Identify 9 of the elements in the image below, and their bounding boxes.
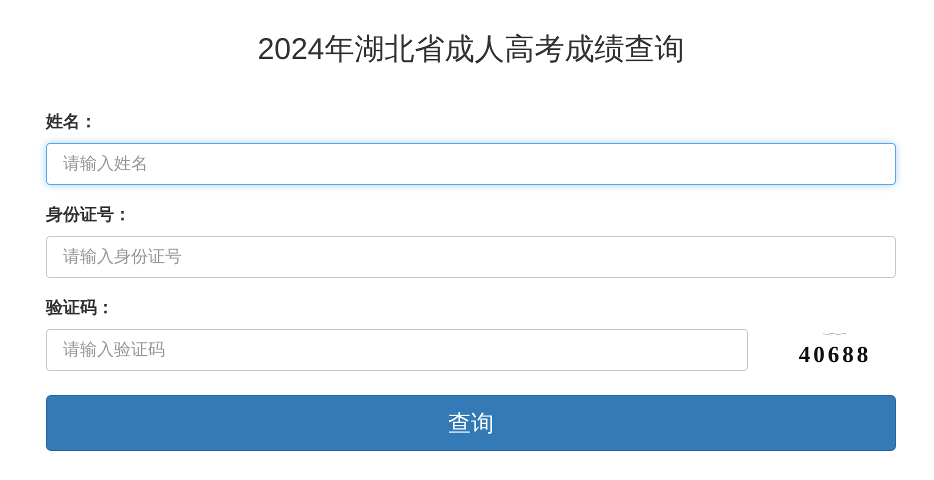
input-field[interactable]: 请输入验证码 bbox=[46, 329, 748, 371]
field-label: 验证码： bbox=[46, 297, 114, 319]
field-label: 姓名： bbox=[46, 111, 97, 133]
input-field[interactable]: 请输入身份证号 bbox=[46, 236, 896, 278]
input-field[interactable]: 请输入姓名 bbox=[46, 143, 896, 185]
query-button[interactable]: 查询 bbox=[46, 395, 896, 451]
captcha-image[interactable]: 40688 bbox=[790, 333, 880, 367]
field-label: 身份证号： bbox=[46, 204, 131, 226]
page-title: 2024年湖北省成人高考成绩查询 bbox=[256, 32, 686, 68]
